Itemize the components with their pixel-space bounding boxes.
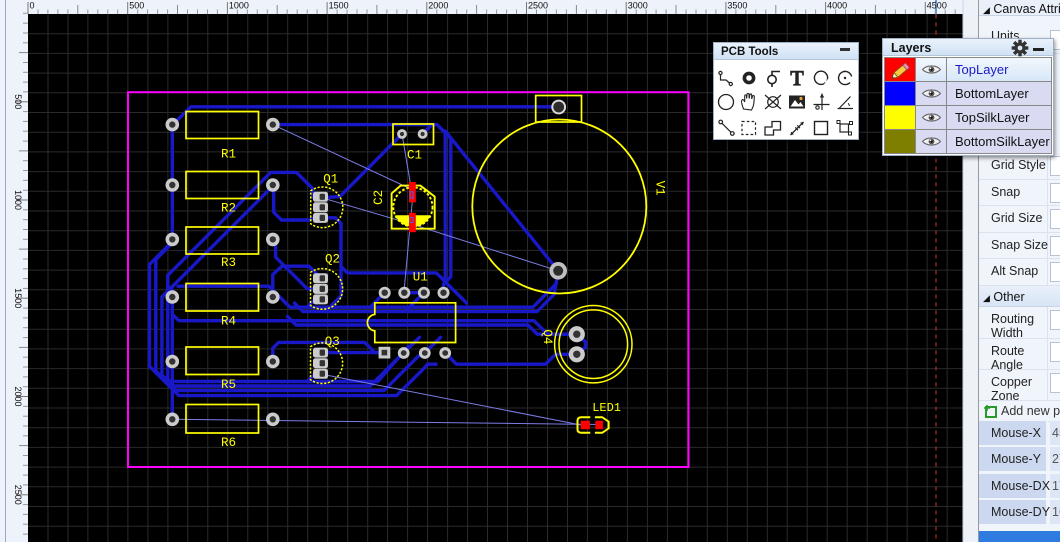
- svg-text:0: 0: [30, 1, 35, 11]
- svg-text:LED1: LED1: [592, 401, 621, 415]
- svg-text:500: 500: [129, 1, 144, 11]
- svg-text:1000: 1000: [13, 190, 23, 210]
- svg-text:500: 500: [13, 94, 23, 109]
- svg-text:3500: 3500: [727, 1, 747, 11]
- svg-text:R4: R4: [221, 315, 236, 329]
- svg-text:4500: 4500: [927, 1, 947, 11]
- svg-text:1500: 1500: [329, 1, 349, 11]
- svg-text:1500: 1500: [13, 288, 23, 308]
- svg-text:2000: 2000: [428, 1, 448, 11]
- svg-text:2500: 2500: [13, 485, 23, 505]
- svg-text:4000: 4000: [827, 1, 847, 11]
- svg-text:Q2: Q2: [325, 253, 340, 267]
- svg-text:R1: R1: [221, 148, 236, 162]
- svg-text:Q1: Q1: [323, 173, 338, 187]
- svg-text:Q3: Q3: [325, 335, 340, 349]
- svg-text:2500: 2500: [528, 1, 548, 11]
- svg-text:U1: U1: [413, 271, 428, 285]
- svg-text:Q4: Q4: [540, 329, 554, 344]
- svg-text:2000: 2000: [13, 386, 23, 406]
- svg-text:C1: C1: [407, 149, 422, 163]
- svg-text:1000: 1000: [229, 1, 249, 11]
- svg-text:R5: R5: [221, 378, 236, 392]
- svg-text:3000: 3000: [628, 1, 648, 11]
- svg-text:R2: R2: [221, 202, 236, 216]
- svg-text:R6: R6: [221, 436, 236, 450]
- svg-text:C2: C2: [372, 190, 386, 205]
- svg-text:V1: V1: [653, 181, 667, 196]
- svg-text:R3: R3: [221, 256, 236, 270]
